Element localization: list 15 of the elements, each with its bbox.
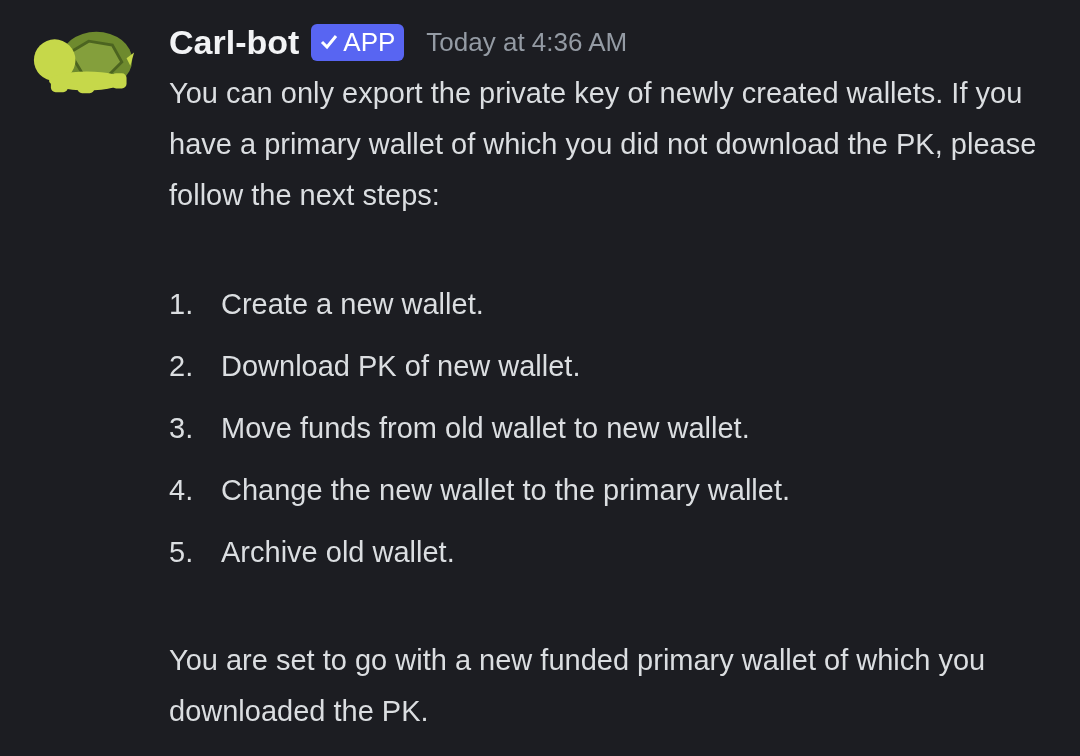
message-text: You are set to go with a new funded primary wallet of which you downloaded the PK.: [169, 643, 987, 729]
step-text: Move funds from old wallet to new wallet.: [221, 411, 750, 445]
step-number: 5.: [169, 535, 195, 569]
message-text: You can only export the private key of newly created wallets. If you have a primary wallet of which you did not download the PK, please follow the next steps:: [169, 76, 1038, 213]
app-badge: APP: [311, 23, 405, 61]
step-text: Create a new wallet.: [221, 287, 484, 321]
step-text: Archive old wallet.: [221, 535, 455, 569]
step-text: Change the new wallet to the primary wallet.: [221, 473, 790, 507]
step-text: Download PK of new wallet.: [221, 349, 581, 383]
timestamp: Today at 4:36 AM: [426, 26, 628, 58]
step-number: 2.: [169, 349, 195, 383]
step-number: 3.: [169, 411, 195, 445]
author-name[interactable]: Carl-bot: [169, 22, 300, 62]
step-number: 1.: [169, 287, 195, 321]
step-number: 4.: [169, 473, 195, 507]
